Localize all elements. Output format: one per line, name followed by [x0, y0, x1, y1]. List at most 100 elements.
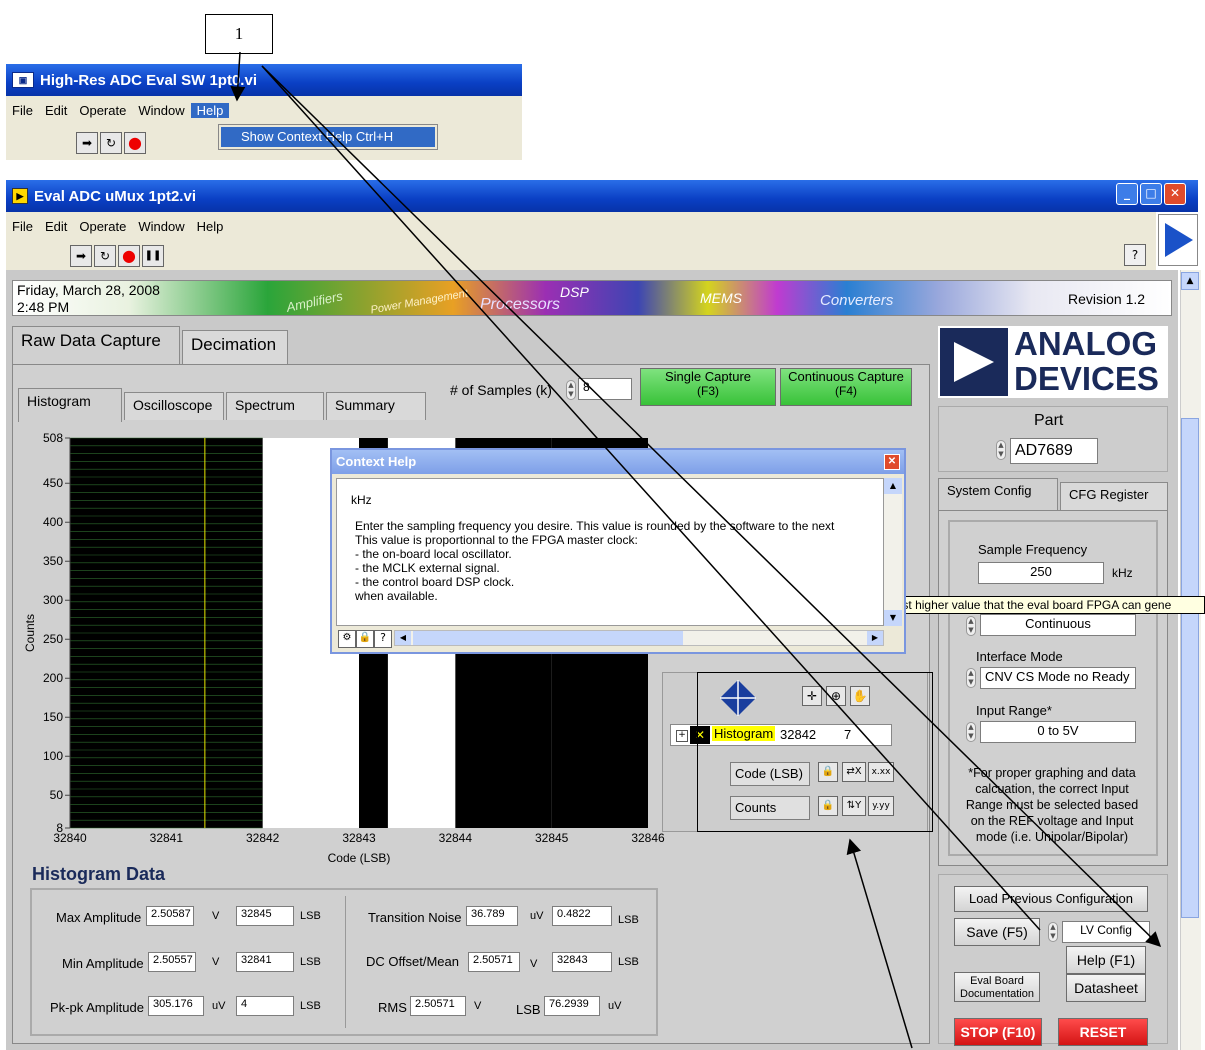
transition-noise-lsb-unit: LSB — [618, 914, 639, 926]
header-banner — [12, 280, 1172, 316]
continuous-capture-button[interactable]: Continuous Capture (F4) — [780, 368, 912, 406]
lsb-size-label: LSB — [516, 1002, 541, 1017]
context-help-lock-icon[interactable]: ⚙ — [338, 630, 356, 648]
menu-file[interactable]: File — [6, 103, 39, 118]
datasheet-button[interactable]: Datasheet — [1066, 974, 1146, 1002]
callout-number: 1 — [234, 24, 244, 43]
part-label: Part — [1034, 412, 1064, 429]
close-icon[interactable]: ✕ — [884, 454, 900, 470]
max-amp-v: 2.50587 — [146, 906, 194, 926]
context-help-line-6: when available. — [355, 589, 438, 603]
rms-label: RMS — [378, 1000, 407, 1015]
menu-window[interactable]: Window — [132, 103, 190, 118]
input-range-spinner[interactable]: ▲ ▼ — [966, 722, 976, 742]
y-tick-label: 450 — [43, 476, 63, 490]
menu-help[interactable]: Help — [191, 219, 230, 234]
sample-frequency-input[interactable]: 250 — [978, 562, 1104, 584]
reset-button[interactable]: RESET — [1058, 1018, 1148, 1046]
context-help-pin-icon[interactable]: 🔒 — [356, 630, 374, 648]
tab-cfg-register[interactable]: CFG Register — [1060, 482, 1168, 510]
abort-icon[interactable]: ● — [124, 132, 146, 154]
minimize-button[interactable]: _ — [1116, 183, 1138, 205]
save-button[interactable]: Save (F5) — [954, 918, 1040, 946]
context-help-title: Context Help — [336, 454, 417, 469]
interface-mode-label: Interface Mode — [976, 649, 1063, 664]
dc-offset-v-unit: V — [530, 958, 538, 970]
help-f1-button[interactable]: Help (F1) — [1066, 946, 1146, 974]
group-divider — [345, 896, 346, 1028]
tab-raw-data-capture[interactable]: Raw Data Capture — [12, 326, 180, 366]
scroll-right-icon[interactable]: ▶ — [867, 631, 883, 645]
samples-label: # of Samples (k) — [450, 382, 552, 398]
pause-icon[interactable]: ❚❚ — [142, 245, 164, 267]
brand-line1: ANALOG — [1014, 325, 1157, 362]
scroll-down-icon[interactable]: ▼ — [884, 610, 902, 626]
banner-word-mems: MEMS — [700, 290, 742, 306]
scroll-thumb[interactable] — [1181, 418, 1199, 918]
menu-help-open[interactable]: Help — [190, 102, 230, 118]
tab-spectrum[interactable]: Spectrum — [226, 392, 324, 420]
samples-spinner[interactable]: ▲ ▼ — [566, 380, 576, 400]
sample-frequency-unit: kHz — [1112, 566, 1133, 580]
pkpk-lsb-unit: LSB — [300, 1000, 321, 1012]
x-tick-label: 32841 — [150, 831, 184, 845]
dc-offset-label: DC Offset/Mean — [366, 954, 459, 969]
single-capture-button[interactable]: Single Capture (F3) — [640, 368, 776, 406]
context-help-hscroll[interactable]: ◀ ▶ — [394, 630, 884, 646]
run-arrow-icon[interactable]: ➡ — [76, 132, 98, 154]
main-window-toolbar — [6, 240, 1156, 270]
expand-icon[interactable]: + — [676, 730, 688, 742]
context-help-vscroll[interactable]: ▲ ▼ — [884, 478, 902, 626]
menu-operate[interactable]: Operate — [73, 219, 132, 234]
load-previous-config-button[interactable]: Load Previous Configuration — [954, 886, 1148, 912]
config-file-spinner[interactable]: ▲ ▼ — [1048, 922, 1058, 942]
mode-spinner[interactable]: ▲ ▼ — [966, 616, 976, 636]
x-tick-label: 32845 — [535, 831, 569, 845]
input-range-label: Input Range* — [976, 703, 1052, 718]
run-continuous-icon[interactable]: ↻ — [100, 132, 122, 154]
min-amp-v: 2.50557 — [148, 952, 196, 972]
tab-system-config[interactable]: System Config — [938, 478, 1058, 512]
min-amp-v-unit: V — [212, 956, 220, 968]
config-file-select[interactable]: LV Config — [1062, 921, 1150, 943]
part-select[interactable]: AD7689 — [1010, 438, 1098, 464]
menu-item-show-context-help[interactable]: Show Context Help Ctrl+H — [221, 127, 435, 147]
abort-icon[interactable]: ● — [118, 245, 140, 267]
menu-operate[interactable]: Operate — [73, 103, 132, 118]
maximize-button[interactable]: □ — [1140, 183, 1162, 205]
run-arrow-icon[interactable]: ➡ — [70, 245, 92, 267]
tab-decimation[interactable]: Decimation — [182, 330, 288, 366]
hscroll-thumb[interactable] — [413, 631, 683, 645]
stop-button[interactable]: STOP (F10) — [954, 1018, 1042, 1046]
run-continuous-icon[interactable]: ↻ — [94, 245, 116, 267]
input-range-note: *For proper graphing and data calcuation… — [965, 766, 1139, 844]
analog-devices-logo: ANALOG DEVICES — [938, 326, 1168, 398]
banner-word-processors: Processors — [480, 296, 561, 313]
menu-edit[interactable]: Edit — [39, 219, 73, 234]
rms-v: 2.50571 — [410, 996, 466, 1016]
samples-input[interactable]: 8 — [578, 378, 632, 400]
part-spinner[interactable]: ▲ ▼ — [996, 440, 1006, 460]
interface-spinner[interactable]: ▲ ▼ — [966, 668, 976, 688]
eval-board-documentation-button[interactable]: Eval Board Documentation — [954, 972, 1040, 1002]
max-amp-v-unit: V — [212, 910, 220, 922]
context-help-detail-button[interactable]: ? — [374, 630, 392, 648]
menu-window[interactable]: Window — [132, 219, 190, 234]
tab-histogram[interactable]: Histogram — [18, 388, 122, 422]
top-window-title: High-Res ADC Eval SW 1pt0.vi — [40, 71, 257, 89]
tab-oscilloscope[interactable]: Oscilloscope — [124, 392, 224, 420]
scroll-up-icon[interactable]: ▲ — [884, 478, 902, 494]
menu-file[interactable]: File — [6, 219, 39, 234]
interface-mode-select[interactable]: CNV CS Mode no Ready — [980, 667, 1136, 689]
context-help-button[interactable]: ? — [1124, 244, 1146, 266]
input-range-select[interactable]: 0 to 5V — [980, 721, 1136, 743]
close-icon[interactable]: ✕ — [1164, 183, 1186, 205]
acquisition-mode-select[interactable]: Continuous — [980, 614, 1136, 636]
pkpk-lsb: 4 — [236, 996, 294, 1016]
scroll-up-icon[interactable]: ▲ — [1181, 272, 1199, 290]
scroll-left-icon[interactable]: ◀ — [395, 631, 411, 645]
max-amp-lsb: 32845 — [236, 906, 294, 926]
y-tick-label: 400 — [43, 515, 63, 529]
tab-summary[interactable]: Summary — [326, 392, 426, 420]
menu-edit[interactable]: Edit — [39, 103, 73, 118]
